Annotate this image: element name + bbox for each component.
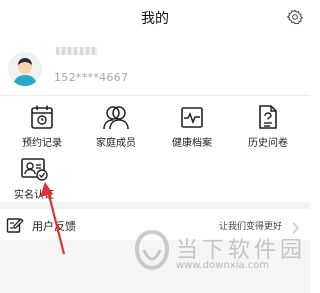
user-name-blurred: [56, 47, 98, 55]
grid-item-real-name-auth[interactable]: 实名认证: [4, 152, 64, 208]
grid-item-family-members[interactable]: 家庭成员: [86, 100, 146, 156]
grid-item-appointments[interactable]: 预约记录: [12, 100, 72, 156]
calendar-icon: [25, 102, 59, 132]
watermark-logo-icon: [132, 228, 172, 272]
top-bar: 我的: [0, 0, 310, 36]
id-card-verified-icon: [17, 154, 51, 184]
family-members-icon: [99, 102, 133, 132]
user-phone: 152****4667: [54, 71, 129, 84]
feedback-slogan: 让我们变得更好: [218, 222, 282, 232]
settings-gear-icon[interactable]: [286, 8, 304, 26]
grid-item-health-records[interactable]: 健康档案: [162, 100, 222, 156]
avatar[interactable]: [8, 52, 42, 86]
profile-section[interactable]: 152****4667: [0, 42, 310, 94]
edit-feedback-icon: [6, 216, 24, 234]
questionnaire-icon: [251, 102, 285, 132]
watermark-url: www.downxia.com: [176, 260, 270, 271]
divider: [0, 95, 310, 96]
grid-item-label: 实名认证: [14, 190, 54, 201]
grid-item-label: 历史问卷: [248, 138, 288, 149]
section-gap: [0, 202, 310, 209]
grid-item-label: 健康档案: [172, 138, 212, 149]
grid-item-label: 家庭成员: [96, 138, 136, 149]
health-record-icon: [175, 102, 209, 132]
page-title: 我的: [141, 11, 169, 27]
grid-item-label: 预约记录: [22, 138, 62, 149]
grid-item-history-questionnaire[interactable]: 历史问卷: [238, 100, 298, 156]
chevron-right-icon: [290, 219, 300, 234]
feedback-label: 用户反馈: [32, 220, 76, 233]
